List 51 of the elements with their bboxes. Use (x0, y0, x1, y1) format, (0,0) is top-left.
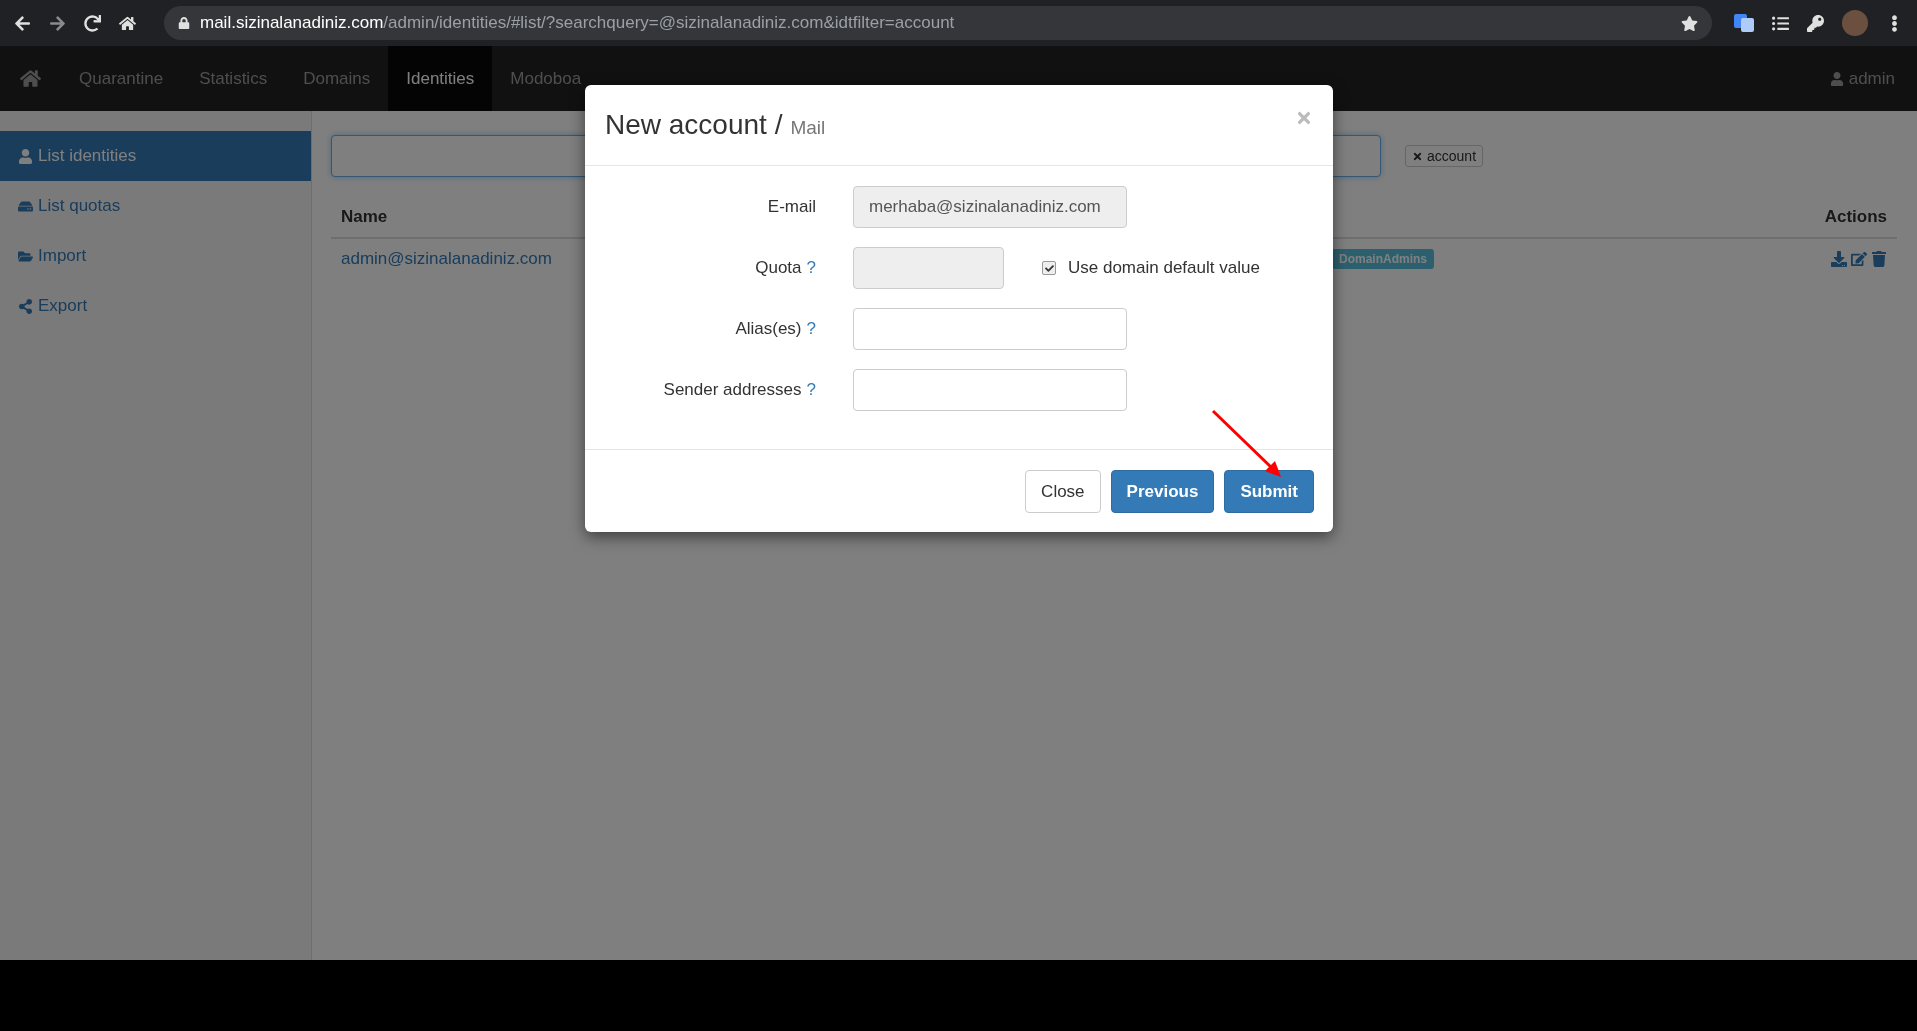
help-link[interactable]: ? (806, 319, 816, 339)
sidebar-item-label: Import (38, 246, 87, 266)
field-label: Sender addresses (662, 380, 802, 400)
user-name: admin (1848, 68, 1895, 89)
input-field[interactable] (853, 308, 1128, 350)
share-icon (18, 298, 33, 314)
field-label: Quota (754, 258, 802, 278)
modal-subtitle: Mail (790, 117, 826, 139)
identity-link[interactable]: admin@sizinalanadiniz.com (341, 249, 552, 269)
dialog-button[interactable]: Previous (1110, 470, 1215, 513)
close-icon[interactable] (1412, 150, 1423, 162)
filter-tag[interactable]: account (1405, 145, 1484, 167)
nav-tab[interactable]: Identities (388, 46, 493, 111)
reload-icon[interactable] (84, 14, 101, 32)
nav-tab[interactable]: Quarantine (61, 46, 182, 111)
sidebar-item[interactable]: Import (0, 231, 311, 281)
dialog-button[interactable]: Close (1025, 470, 1101, 513)
help-link[interactable]: ? (806, 380, 816, 400)
sidebar-item-label: List quotas (38, 196, 121, 216)
sidebar-item-label: List identities (38, 146, 137, 166)
sidebar-item[interactable]: Export (0, 281, 311, 331)
back-icon[interactable] (14, 14, 31, 32)
user-icon (18, 148, 33, 164)
download-icon[interactable] (1831, 251, 1847, 267)
sidebar-item[interactable]: List identities (0, 131, 311, 181)
field-label: Alias(es) (734, 319, 802, 339)
user-icon (1829, 71, 1844, 86)
sidebar-item[interactable]: List quotas (0, 181, 311, 231)
key-icon[interactable] (1807, 14, 1824, 32)
dialog-button[interactable]: Submit (1224, 470, 1314, 513)
filter-tag-label: account (1427, 148, 1477, 164)
trash-icon[interactable] (1871, 251, 1887, 267)
playlist-icon[interactable] (1772, 14, 1789, 32)
input-field[interactable] (853, 369, 1128, 411)
lock-icon (178, 17, 190, 29)
user-menu[interactable]: admin (1807, 46, 1917, 111)
edit-icon[interactable] (1851, 251, 1867, 267)
url-text: mail.sizinalanadiniz.com/admin/identities/#list/?searchquery=@sizinalanadiniz.com&idtfilter=account (200, 13, 955, 33)
modal-title: New account / (605, 109, 783, 141)
column-header: Name (341, 207, 388, 227)
checkbox-label: Use domain default value (1068, 258, 1260, 278)
pointer-arrow (1211, 409, 1283, 479)
field-label: E-mail (766, 197, 816, 217)
star-icon[interactable] (1681, 14, 1698, 32)
nav-tab[interactable]: Statistics (181, 46, 286, 111)
address-bar[interactable]: mail.sizinalanadiniz.com/admin/identities/#list/?searchquery=@sizinalanadiniz.com&idtfilter=account (164, 6, 1712, 40)
forward-icon[interactable] (49, 14, 66, 32)
home-icon[interactable] (119, 14, 136, 32)
column-header: Actions (1824, 207, 1887, 227)
role-tag: DomainAdmins (1331, 249, 1434, 269)
sidebar-item-label: Export (38, 296, 88, 316)
